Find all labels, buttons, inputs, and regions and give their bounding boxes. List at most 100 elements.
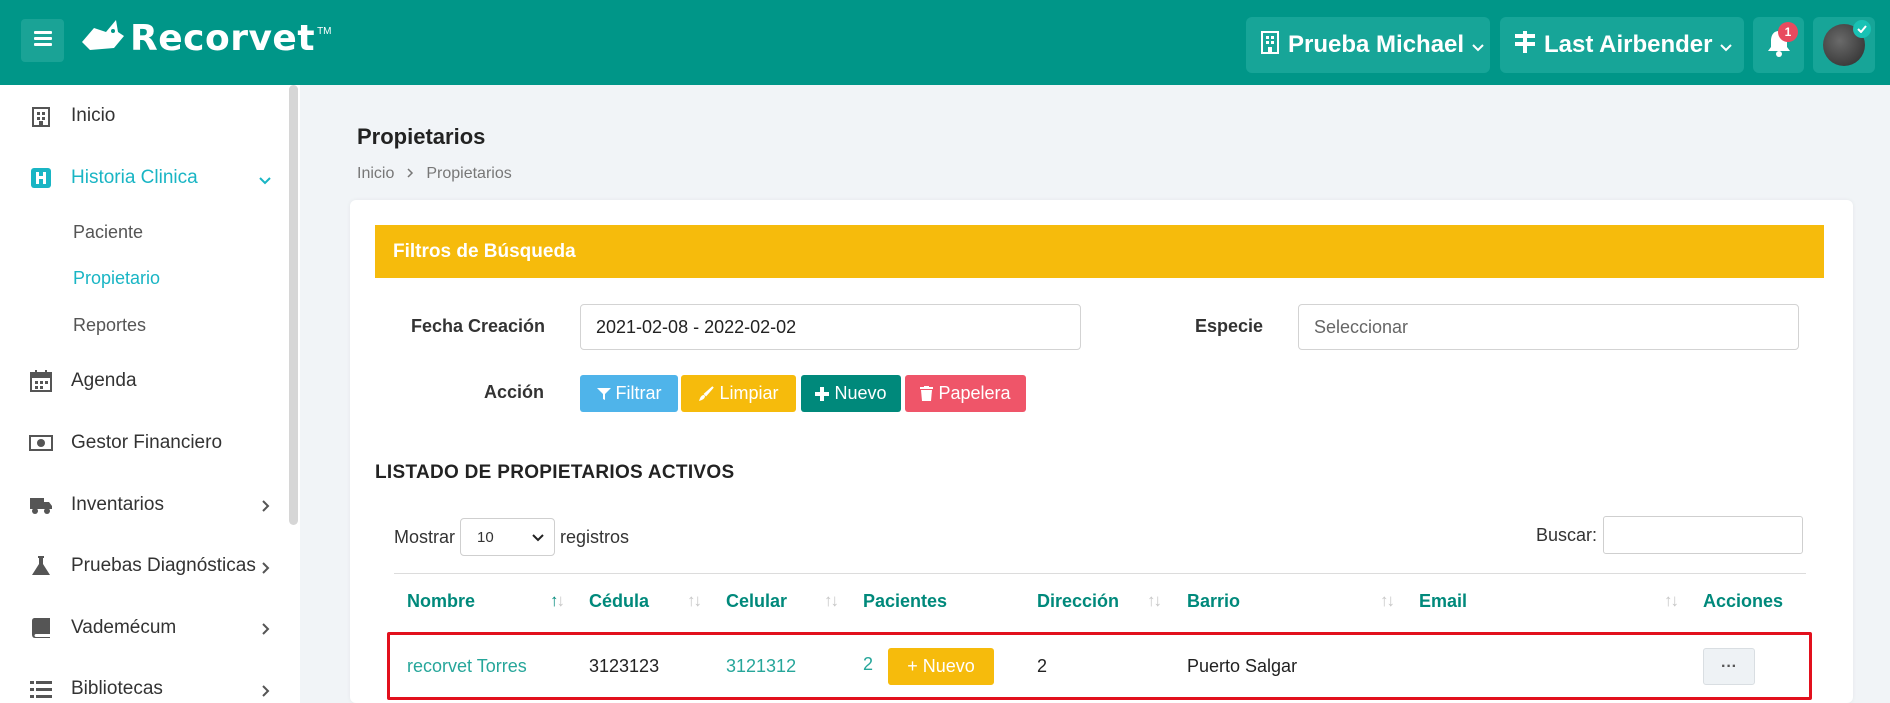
clinic-selector[interactable]: Prueba Michael bbox=[1246, 17, 1490, 73]
sidebar-item-label: Bibliotecas bbox=[71, 678, 163, 699]
page-length-select[interactable]: 10 bbox=[460, 518, 556, 556]
sort-icon[interactable]: ↑↓ bbox=[824, 591, 839, 611]
actions-menu-button[interactable]: ··· bbox=[1703, 648, 1755, 685]
registros-label: registros bbox=[560, 526, 630, 547]
hospital-icon bbox=[29, 104, 53, 128]
sidebar-item-historia-clinica[interactable]: Historia Clinica bbox=[29, 166, 198, 190]
limpiar-label: Limpiar bbox=[719, 383, 779, 403]
especie-select[interactable]: Seleccionar bbox=[1298, 304, 1799, 350]
sort-icon[interactable]: ↑↓ bbox=[1664, 591, 1679, 611]
mostrar-label: Mostrar bbox=[394, 526, 456, 547]
h-square-icon bbox=[29, 166, 53, 190]
breadcrumb: Inicio Propietarios bbox=[357, 165, 512, 183]
sidebar-item-label: Inventarios bbox=[71, 494, 164, 515]
column-header-pacientes: Pacientes bbox=[863, 591, 948, 611]
chevron-down-icon[interactable] bbox=[258, 174, 272, 188]
chevron-right-icon[interactable] bbox=[258, 622, 272, 636]
menu-toggle-button[interactable] bbox=[21, 19, 64, 62]
search-input[interactable] bbox=[1603, 516, 1804, 554]
dog-logo-icon bbox=[80, 18, 124, 59]
calendar-icon bbox=[29, 369, 53, 393]
sidebar-item-label: Agenda bbox=[71, 370, 137, 391]
buscar-label: Buscar: bbox=[1536, 524, 1598, 545]
cell-pacientes[interactable]: 2 bbox=[863, 654, 873, 675]
plus-icon bbox=[815, 386, 830, 401]
chevron-right-icon bbox=[406, 165, 414, 183]
sort-icon[interactable]: ↑↓ bbox=[1147, 591, 1162, 611]
sidebar-item-agenda[interactable]: Agenda bbox=[29, 369, 137, 393]
user-label: Last Airbender bbox=[1544, 31, 1713, 58]
paint-brush-icon bbox=[698, 385, 715, 402]
sidebar-item-inventarios[interactable]: Inventarios bbox=[29, 493, 164, 517]
filtrar-label: Filtrar bbox=[615, 383, 662, 403]
chevron-down-icon bbox=[532, 529, 544, 546]
user-avatar-button[interactable] bbox=[1813, 17, 1875, 73]
chevron-down-icon bbox=[1720, 31, 1733, 59]
avatar bbox=[1823, 20, 1871, 66]
column-header-acciones: Acciones bbox=[1703, 591, 1784, 611]
check-icon bbox=[1853, 20, 1871, 38]
table-search: Buscar: bbox=[1536, 516, 1804, 554]
sidebar-item-label: Vademécum bbox=[71, 617, 177, 638]
signpost-icon bbox=[1514, 30, 1536, 61]
breadcrumb-link-inicio[interactable]: Inicio bbox=[357, 165, 394, 183]
list-icon bbox=[29, 677, 53, 701]
filtrar-button[interactable]: Filtrar bbox=[580, 375, 678, 412]
cell-barrio: Puerto Salgar bbox=[1187, 656, 1298, 676]
column-header-email[interactable]: Email bbox=[1419, 591, 1467, 612]
chevron-down-icon bbox=[1472, 31, 1484, 59]
sidebar-item-label: Historia Clinica bbox=[71, 167, 198, 188]
column-header-celular[interactable]: Celular bbox=[726, 591, 787, 612]
fecha-creacion-input[interactable]: 2021-02-08 - 2022-02-02 bbox=[580, 304, 1081, 350]
column-header-direccion[interactable]: Dirección bbox=[1037, 591, 1119, 612]
sidebar-item-pruebas-diagnosticas[interactable]: Pruebas Diagnósticas bbox=[29, 554, 256, 578]
sort-icon[interactable]: ↑↓ bbox=[687, 591, 702, 611]
building-icon bbox=[1260, 30, 1280, 61]
limpiar-button[interactable]: Limpiar bbox=[681, 375, 796, 412]
column-header-cedula[interactable]: Cédula bbox=[589, 591, 649, 612]
papelera-label: Papelera bbox=[938, 383, 1011, 403]
notification-badge: 1 bbox=[1778, 22, 1798, 42]
sort-icon[interactable]: ↑↓ bbox=[1380, 591, 1395, 611]
sort-asc-icon[interactable]: ↑↓ bbox=[550, 591, 565, 611]
logo-text: Recorvet bbox=[130, 18, 316, 59]
recorvet-logo[interactable]: Recorvet TM bbox=[80, 18, 332, 59]
notifications-button[interactable]: 1 bbox=[1753, 17, 1804, 73]
logo-trademark: TM bbox=[317, 26, 332, 37]
filter-icon bbox=[596, 387, 611, 401]
papelera-button[interactable]: Papelera bbox=[905, 375, 1026, 412]
chevron-right-icon[interactable] bbox=[258, 684, 272, 698]
sidebar-scrollbar[interactable] bbox=[289, 85, 298, 525]
nuevo-paciente-button[interactable]: + Nuevo bbox=[888, 648, 994, 685]
sidebar-subitem-paciente[interactable]: Paciente bbox=[73, 222, 143, 243]
table-length-control: Mostrar 10 registros bbox=[394, 518, 629, 556]
chevron-right-icon[interactable] bbox=[258, 561, 272, 575]
list-title: LISTADO DE PROPIETARIOS ACTIVOS bbox=[375, 462, 735, 483]
money-bill-icon bbox=[29, 431, 53, 455]
nuevo-propietario-button[interactable]: Nuevo bbox=[801, 375, 901, 412]
truck-icon bbox=[29, 493, 53, 517]
sidebar-item-vademecum[interactable]: Vademécum bbox=[29, 616, 176, 640]
cell-celular[interactable]: 3121312 bbox=[726, 656, 796, 677]
trash-icon bbox=[920, 386, 934, 401]
cell-nombre[interactable]: recorvet Torres bbox=[407, 656, 527, 677]
nuevo-label: Nuevo bbox=[834, 383, 887, 403]
sidebar-item-inicio[interactable]: Inicio bbox=[29, 104, 115, 128]
accion-label: Acción bbox=[484, 382, 545, 402]
sidebar-item-gestor-financiero[interactable]: Gestor Financiero bbox=[29, 431, 222, 455]
sidebar-item-label: Gestor Financiero bbox=[71, 432, 223, 453]
filters-header: Filtros de Búsqueda bbox=[375, 225, 1824, 278]
column-header-nombre[interactable]: Nombre bbox=[407, 591, 475, 612]
chevron-right-icon[interactable] bbox=[258, 499, 272, 513]
user-selector[interactable]: Last Airbender bbox=[1500, 17, 1744, 73]
cell-cedula: 3123123 bbox=[589, 656, 660, 676]
clinic-label: Prueba Michael bbox=[1288, 31, 1465, 58]
page-length-value: 10 bbox=[477, 528, 494, 546]
column-header-barrio[interactable]: Barrio bbox=[1187, 591, 1240, 612]
hamburger-icon bbox=[33, 30, 52, 51]
book-icon bbox=[29, 616, 53, 640]
sidebar-item-bibliotecas[interactable]: Bibliotecas bbox=[29, 677, 163, 701]
fecha-creacion-label: Fecha Creación bbox=[411, 316, 546, 336]
sidebar-subitem-propietario[interactable]: Propietario bbox=[73, 268, 160, 289]
sidebar-subitem-reportes[interactable]: Reportes bbox=[73, 315, 146, 336]
